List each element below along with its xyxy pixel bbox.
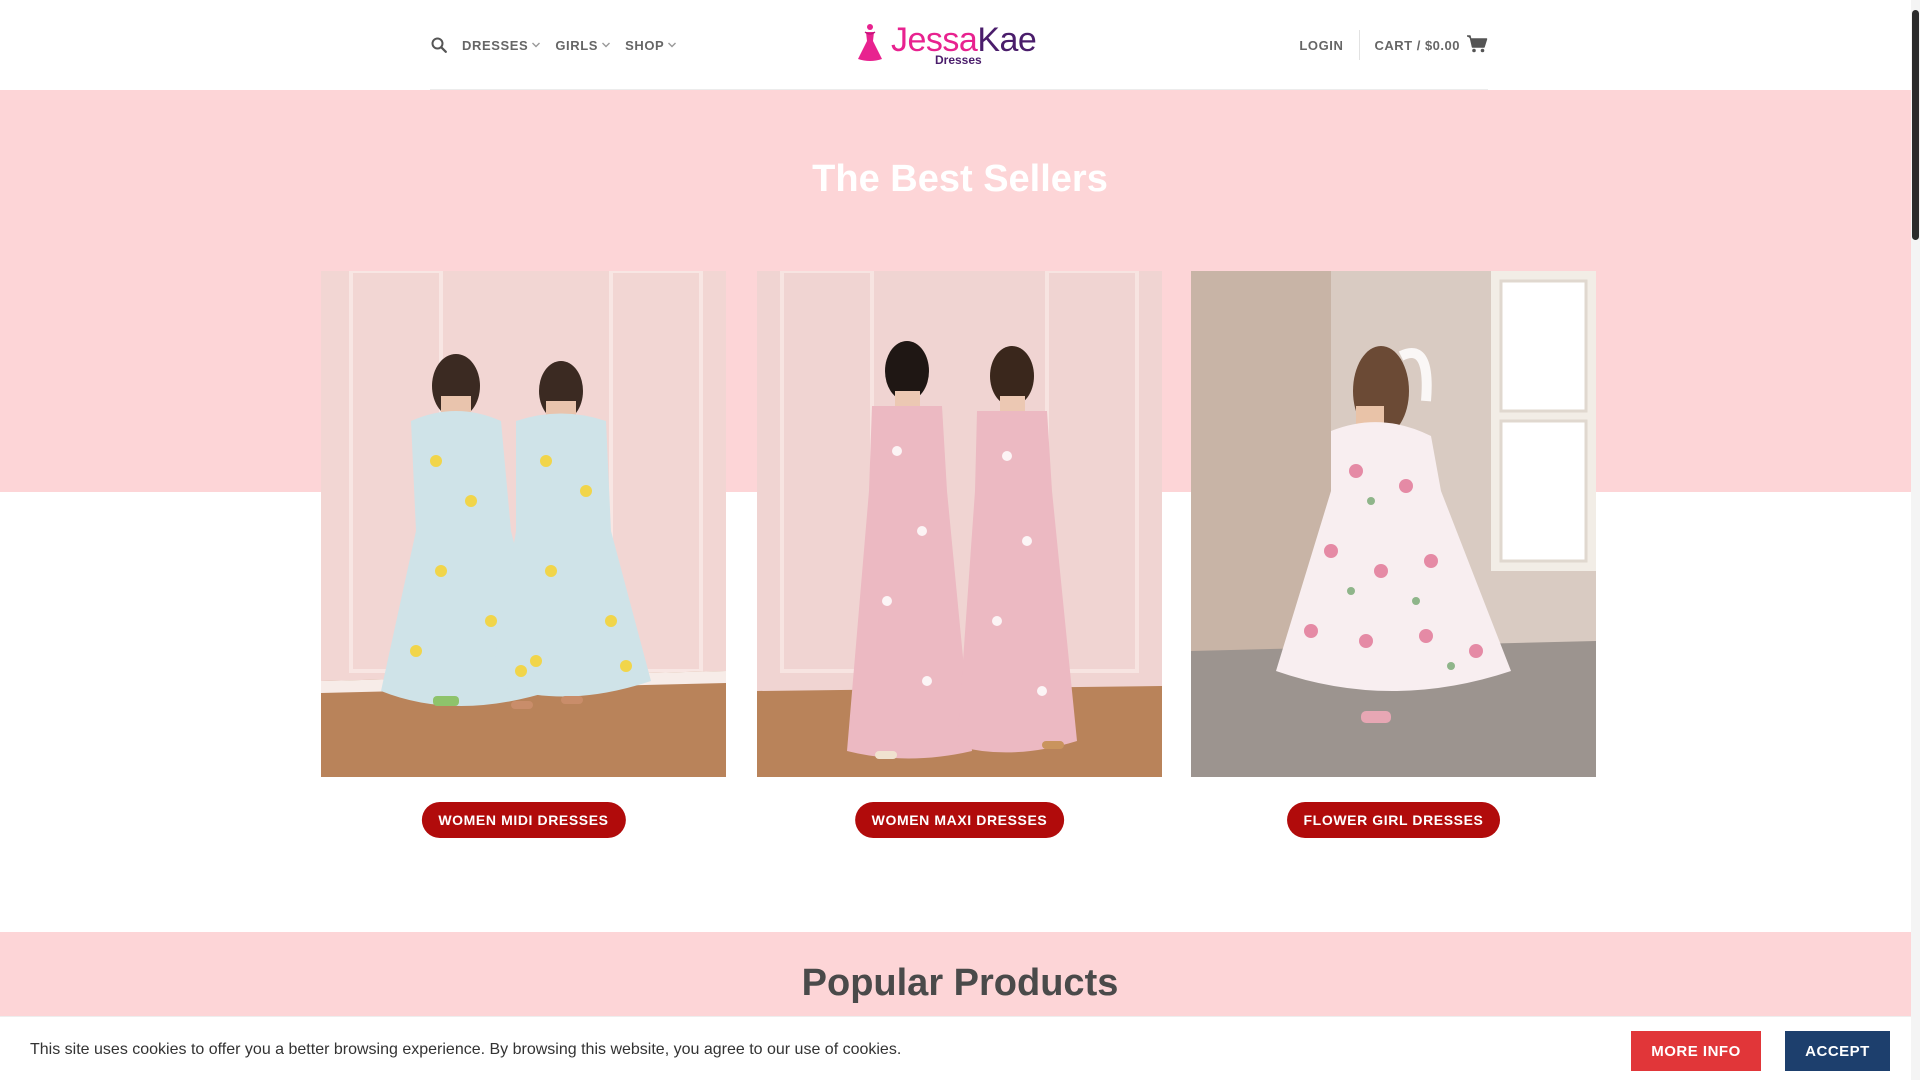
- nav-item-label: SHOP: [625, 37, 665, 53]
- category-image-flower-girl[interactable]: [1191, 271, 1596, 777]
- account-nav: LOGIN CART / $0.00: [1299, 30, 1488, 60]
- main-nav: DRESSES GIRLS SHOP: [430, 30, 677, 60]
- scrollbar-track[interactable]: [1911, 0, 1920, 1080]
- search-icon[interactable]: [430, 36, 448, 54]
- cart-label: CART / $0.00: [1374, 37, 1460, 53]
- scrollbar-thumb[interactable]: [1912, 10, 1919, 240]
- site-header: DRESSES GIRLS SHOP JessaKae Dresses LOGI…: [0, 0, 1920, 90]
- best-sellers-title: The Best Sellers: [812, 158, 1108, 200]
- accept-button[interactable]: ACCEPT: [1785, 1031, 1890, 1071]
- chevron-down-icon: [531, 40, 541, 50]
- cart-link[interactable]: CART / $0.00: [1374, 34, 1488, 56]
- popular-products-title: Popular Products: [801, 962, 1119, 1004]
- category-card-flower-girl: FLOWER GIRL DRESSES: [1191, 271, 1596, 838]
- category-image-maxi[interactable]: [757, 271, 1162, 777]
- women-maxi-dresses-button[interactable]: WOMEN MAXI DRESSES: [854, 802, 1065, 838]
- chevron-down-icon: [667, 40, 677, 50]
- women-midi-dresses-button[interactable]: WOMEN MIDI DRESSES: [421, 802, 626, 838]
- nav-item-label: DRESSES: [462, 37, 529, 53]
- logo-wordmark: JessaKae Dresses: [891, 20, 1037, 70]
- category-card-midi: WOMEN MIDI DRESSES: [321, 271, 726, 838]
- logo-subtext: Dresses: [935, 53, 982, 67]
- nav-item-shop[interactable]: SHOP: [625, 38, 677, 53]
- cart-icon: [1466, 34, 1488, 56]
- login-link[interactable]: LOGIN: [1299, 38, 1358, 53]
- category-card-maxi: WOMEN MAXI DRESSES: [757, 271, 1162, 838]
- page: DRESSES GIRLS SHOP JessaKae Dresses LOGI…: [0, 0, 1920, 1080]
- nav-item-dresses[interactable]: DRESSES: [462, 38, 541, 53]
- category-image-midi[interactable]: [321, 271, 726, 777]
- chevron-down-icon: [601, 40, 611, 50]
- logo-text-kae: Kae: [977, 21, 1037, 59]
- flower-girl-dresses-button[interactable]: FLOWER GIRL DRESSES: [1286, 802, 1501, 838]
- nav-item-girls[interactable]: GIRLS: [555, 38, 611, 53]
- site-logo[interactable]: JessaKae Dresses: [855, 20, 1065, 70]
- nav-item-label: GIRLS: [555, 37, 599, 53]
- more-info-button[interactable]: MORE INFO: [1631, 1031, 1761, 1071]
- nav-divider: [1358, 30, 1360, 60]
- dress-logo-icon: [855, 23, 885, 68]
- cookie-text: This site uses cookies to offer you a be…: [30, 1041, 902, 1058]
